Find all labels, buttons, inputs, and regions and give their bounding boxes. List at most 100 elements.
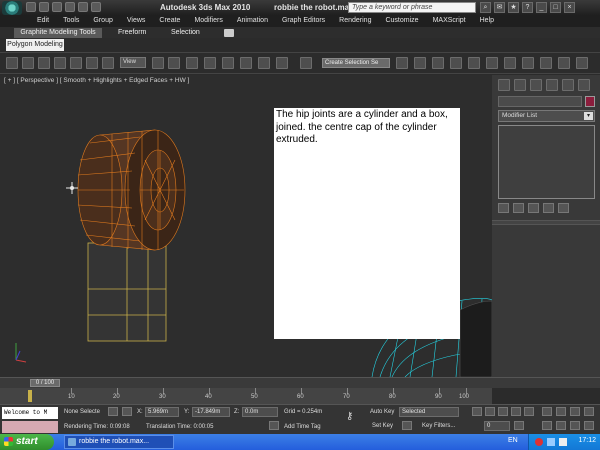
security-alert-icon[interactable] [535, 438, 543, 446]
key-icon[interactable]: ⚷ [346, 411, 353, 422]
auto-key-button[interactable]: Auto Key [370, 409, 394, 415]
go-to-end-icon[interactable] [524, 407, 534, 416]
set-key-icon[interactable] [402, 421, 412, 430]
start-button[interactable]: start [0, 434, 54, 450]
orbit-icon[interactable] [570, 421, 580, 430]
menu-tools[interactable]: Tools [56, 16, 86, 27]
select-move-icon[interactable] [70, 57, 82, 69]
angle-snap-icon[interactable] [222, 57, 234, 69]
menu-help[interactable]: Help [473, 16, 501, 27]
motion-tab-icon[interactable] [546, 79, 558, 91]
tab-polygon-modeling[interactable]: Polygon Modeling [6, 39, 64, 51]
time-config-icon[interactable] [514, 421, 524, 430]
set-key-button[interactable]: Set Key [372, 423, 393, 429]
language-indicator[interactable]: EN [508, 437, 518, 444]
modify-tab-icon[interactable] [514, 79, 526, 91]
menu-edit[interactable]: Edit [30, 16, 56, 27]
align-icon[interactable] [414, 57, 426, 69]
tab-freeform[interactable]: Freeform [118, 29, 146, 36]
open-file-icon[interactable] [39, 2, 49, 12]
percent-snap-icon[interactable] [240, 57, 252, 69]
menu-maxscript[interactable]: MAXScript [426, 16, 473, 27]
minimize-button[interactable]: _ [536, 2, 547, 13]
zoom-extents-icon[interactable] [570, 407, 580, 416]
remove-modifier-icon[interactable] [543, 203, 554, 213]
previous-frame-icon[interactable] [485, 407, 495, 416]
pin-stack-icon[interactable] [498, 203, 509, 213]
chevron-down-icon[interactable]: ▾ [584, 112, 593, 120]
tab-selection[interactable]: Selection [171, 29, 200, 36]
make-unique-icon[interactable] [528, 203, 539, 213]
tab-graphite-modeling-tools[interactable]: Graphite Modeling Tools [14, 28, 102, 38]
add-time-tag-button[interactable]: Add Time Tag [284, 424, 321, 430]
zoom-extents-all-icon[interactable] [584, 407, 594, 416]
maximize-viewport-icon[interactable] [584, 421, 594, 430]
spinner-snap-icon[interactable] [258, 57, 270, 69]
layer-manager-icon[interactable] [432, 57, 444, 69]
create-tab-icon[interactable] [498, 79, 510, 91]
communication-center-icon[interactable]: ✉ [494, 2, 505, 13]
perspective-viewport[interactable]: [ + ] [ Perspective ] [ Smooth + Highlig… [0, 75, 492, 377]
taskbar-item-3dsmax[interactable]: robbie the robot.max... [64, 435, 174, 449]
menu-group[interactable]: Group [86, 16, 119, 27]
zoom-all-icon[interactable] [556, 407, 566, 416]
hold-icon[interactable] [91, 2, 101, 12]
play-icon[interactable] [498, 407, 508, 416]
next-frame-icon[interactable] [511, 407, 521, 416]
select-scale-icon[interactable] [102, 57, 114, 69]
manipulate-icon[interactable] [168, 57, 180, 69]
clock[interactable]: 17:12 [578, 437, 596, 444]
show-end-result-icon[interactable] [513, 203, 524, 213]
menu-graph-editors[interactable]: Graph Editors [275, 16, 332, 27]
curve-editor-icon[interactable] [468, 57, 480, 69]
select-link-icon[interactable] [22, 57, 34, 69]
go-to-start-icon[interactable] [472, 407, 482, 416]
redo-icon[interactable] [78, 2, 88, 12]
undo-icon[interactable] [65, 2, 75, 12]
pan-icon[interactable] [556, 421, 566, 430]
hierarchy-tab-icon[interactable] [530, 79, 542, 91]
absolute-mode-icon[interactable] [122, 407, 132, 416]
object-color-swatch[interactable] [585, 96, 595, 107]
field-of-view-icon[interactable] [542, 421, 552, 430]
network-icon[interactable] [547, 438, 555, 446]
maxscript-output[interactable] [2, 421, 58, 433]
lock-selection-icon[interactable] [108, 407, 118, 416]
menu-views[interactable]: Views [120, 16, 153, 27]
keyboard-shortcut-icon[interactable] [186, 57, 198, 69]
menu-modifiers[interactable]: Modifiers [187, 16, 229, 27]
select-rotate-icon[interactable] [86, 57, 98, 69]
key-mode-dropdown[interactable]: Selected [399, 407, 459, 417]
named-selection-dropdown[interactable]: Create Selection Se [322, 58, 390, 68]
close-button[interactable]: × [564, 2, 575, 13]
favorites-icon[interactable]: ★ [508, 2, 519, 13]
modifier-list-dropdown[interactable]: Modifier List ▾ [498, 110, 595, 122]
render-setup-icon[interactable] [522, 57, 534, 69]
app-logo-icon[interactable] [2, 1, 22, 15]
ribbon-toggle-icon[interactable] [224, 29, 234, 37]
maxscript-listener[interactable]: Welcome to M [2, 407, 58, 419]
graphite-toggle-icon[interactable] [450, 57, 462, 69]
track-bar[interactable]: 10 20 30 40 50 60 70 80 90 100 [0, 388, 492, 404]
menu-customize[interactable]: Customize [378, 16, 425, 27]
x-coordinate-field[interactable]: 5.969m [145, 407, 179, 417]
menu-rendering[interactable]: Rendering [332, 16, 378, 27]
z-coordinate-field[interactable]: 0.0m [242, 407, 278, 417]
y-coordinate-field[interactable]: -17.849m [192, 407, 230, 417]
mirror-icon[interactable] [396, 57, 408, 69]
object-name-field[interactable] [498, 96, 582, 107]
zoom-icon[interactable] [542, 407, 552, 416]
new-file-icon[interactable] [26, 2, 36, 12]
menu-create[interactable]: Create [152, 16, 187, 27]
help-icon[interactable]: ? [522, 2, 533, 13]
reference-coordinate-dropdown[interactable]: View [120, 57, 146, 68]
time-slider[interactable]: 0 / 100 [0, 377, 600, 388]
volume-icon[interactable] [559, 438, 567, 446]
time-slider-handle[interactable]: 0 / 100 [30, 379, 60, 387]
render-teapot-icon[interactable] [576, 57, 588, 69]
pivot-icon[interactable] [152, 57, 164, 69]
select-by-name-icon[interactable] [54, 57, 66, 69]
utilities-tab-icon[interactable] [578, 79, 590, 91]
rendered-frame-icon[interactable] [540, 57, 552, 69]
select-object-icon[interactable] [38, 57, 50, 69]
